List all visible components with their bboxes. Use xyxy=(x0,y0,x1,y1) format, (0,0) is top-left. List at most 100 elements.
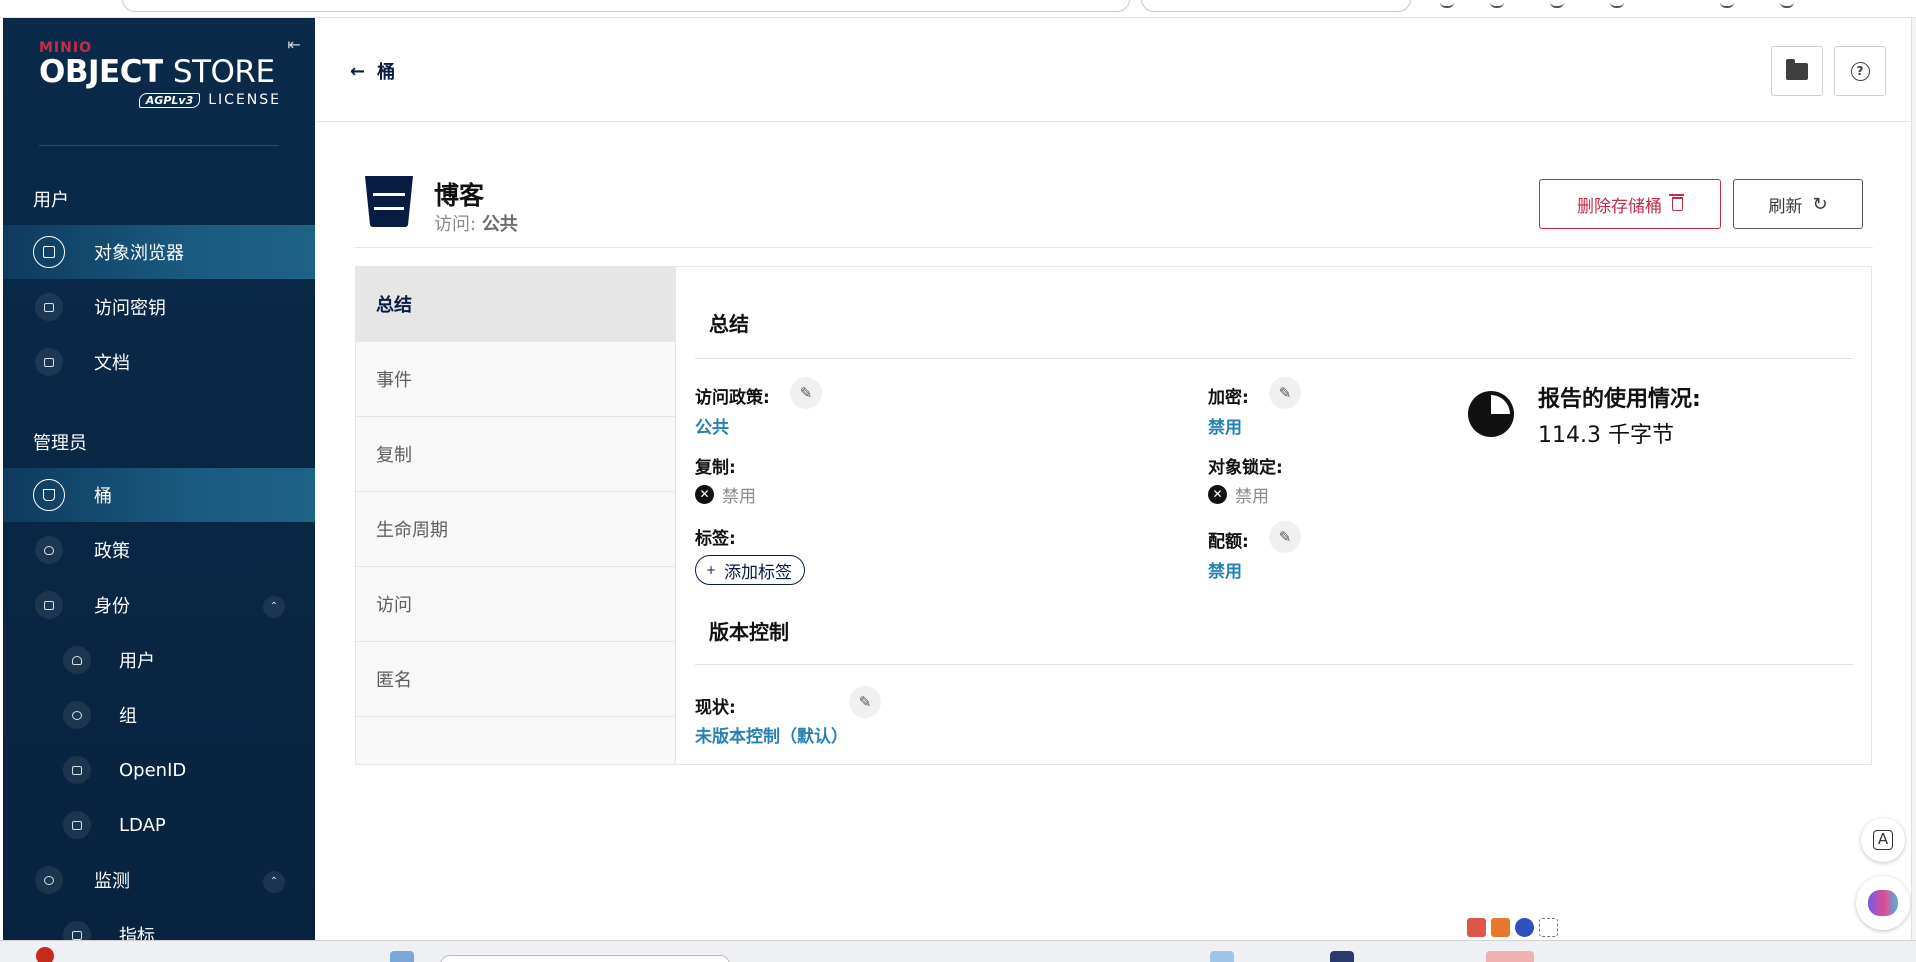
sidebar-item-policies[interactable]: 政策 xyxy=(3,523,315,577)
tab-access[interactable]: 访问 xyxy=(356,567,675,642)
arrow-left-icon: ← xyxy=(350,60,366,82)
delete-bucket-button[interactable]: 删除存储桶 xyxy=(1539,179,1721,229)
tags-label: 标签: xyxy=(695,529,736,549)
sidebar-item-identity[interactable]: 身份 ⌃ xyxy=(3,578,315,632)
replication-status: ✕ 禁用 xyxy=(695,482,756,507)
os-taskbar xyxy=(0,940,1916,962)
versioning-divider xyxy=(695,664,1853,665)
bucket-tabs: 总结 事件 复制 生命周期 访问 匿名 xyxy=(356,267,676,764)
replication-value: 禁用 xyxy=(722,487,756,507)
sidebar-item-label: LDAP xyxy=(119,814,166,836)
sidebar: MINIO OBJECT STORE AGPLv3 LICENSE ⇤ 用户 对… xyxy=(3,18,315,940)
edit-quota-button[interactable]: ✎ xyxy=(1269,521,1301,553)
summary-divider xyxy=(695,358,1853,359)
summary-title: 总结 xyxy=(709,312,749,336)
sidebar-item-buckets[interactable]: 桶 xyxy=(3,468,315,522)
sidebar-item-label: 用户 xyxy=(119,651,155,672)
refresh-icon: ↻ xyxy=(1812,193,1828,215)
sidebar-item-openid[interactable]: OpenID xyxy=(3,743,315,797)
extension-icon[interactable] xyxy=(1490,0,1504,8)
login-icon xyxy=(63,811,91,839)
edit-versioning-button[interactable]: ✎ xyxy=(849,686,881,718)
add-tag-button[interactable]: + 添加标签 xyxy=(695,555,806,585)
extension-icon[interactable] xyxy=(1720,0,1734,8)
extension-icon[interactable] xyxy=(1780,0,1794,8)
tab-replication[interactable]: 复制 xyxy=(356,417,675,492)
collapse-sidebar-icon[interactable]: ⇤ xyxy=(283,34,305,56)
s-extension-icon[interactable] xyxy=(1491,918,1510,937)
add-tag-label: 添加标签 xyxy=(724,562,793,583)
sidebar-item-documentation[interactable]: 文档 xyxy=(3,335,315,389)
page-header: ← 桶 ? xyxy=(315,18,1911,122)
sidebar-item-ldap[interactable]: LDAP xyxy=(3,798,315,852)
browser-search-bar[interactable] xyxy=(1141,0,1411,12)
tab-lifecycle[interactable]: 生命周期 xyxy=(356,492,675,567)
sidebar-item-groups[interactable]: 组 xyxy=(3,688,315,742)
tab-summary[interactable]: 总结 xyxy=(356,267,675,342)
pencil-icon: ✎ xyxy=(799,384,813,402)
sidebar-item-label: 访问密钥 xyxy=(94,298,166,319)
translate-icon: A xyxy=(1873,830,1893,850)
tab-anonymous[interactable]: 匿名 xyxy=(356,642,675,717)
pie-chart-icon xyxy=(1468,391,1514,437)
sidebar-item-access-keys[interactable]: 访问密钥 xyxy=(3,280,315,334)
sidebar-item-label: OpenID xyxy=(119,759,187,781)
quota-value[interactable]: 禁用 xyxy=(1208,557,1242,582)
address-bar[interactable] xyxy=(122,0,1130,12)
notification-badge-icon[interactable] xyxy=(36,947,54,962)
versioning-status-label: 现状: xyxy=(695,698,736,718)
bucket-access: 访问: 公共 xyxy=(434,210,518,236)
monitoring-icon xyxy=(35,866,63,894)
translate-button[interactable]: A xyxy=(1861,818,1905,862)
encryption-label: 加密: xyxy=(1208,388,1249,408)
taskbar-app-icon[interactable] xyxy=(1486,951,1534,962)
versioning-status-value[interactable]: 未版本控制（默认） xyxy=(695,722,848,747)
edit-access-policy-button[interactable]: ✎ xyxy=(790,377,822,409)
extension-icon[interactable] xyxy=(1610,0,1624,8)
bucket-details-panel: 总结 事件 复制 生命周期 访问 匿名 总结 访问政策: ✎ 公共 复制: ✕ … xyxy=(355,266,1872,765)
plus-icon: + xyxy=(706,563,717,577)
bucket-large-icon xyxy=(365,176,413,227)
back-to-buckets-link[interactable]: ← 桶 xyxy=(350,58,395,84)
sidebar-item-monitoring[interactable]: 监测 ⌃ xyxy=(3,853,315,907)
refresh-button[interactable]: 刷新 ↻ xyxy=(1733,179,1863,229)
taskbar-app-icon[interactable] xyxy=(390,951,414,962)
access-policy-label: 访问政策: xyxy=(695,388,770,408)
chevron-up-icon[interactable]: ⌃ xyxy=(263,871,285,893)
extension-tray xyxy=(1467,918,1558,937)
pencil-icon: ✎ xyxy=(1278,528,1292,546)
sidebar-item-metrics[interactable]: 指标 xyxy=(3,908,315,940)
help-extension-icon[interactable] xyxy=(1515,918,1534,937)
extension-icon[interactable] xyxy=(1440,0,1454,8)
extension-icon[interactable] xyxy=(1550,0,1564,8)
browser-toolbar xyxy=(0,0,1916,18)
edit-encryption-button[interactable]: ✎ xyxy=(1269,377,1301,409)
replication-label: 复制: xyxy=(695,458,736,478)
ai-assistant-button[interactable] xyxy=(1856,876,1910,930)
logo-license: LICENSE xyxy=(208,92,281,108)
taskbar-app-icon[interactable] xyxy=(1330,951,1354,962)
x-circle-icon: ✕ xyxy=(695,485,714,504)
help-button[interactable]: ? xyxy=(1834,46,1886,96)
object-browser-button[interactable] xyxy=(1771,46,1823,96)
versioning-title: 版本控制 xyxy=(709,620,789,644)
trash-icon xyxy=(1669,194,1684,211)
bucket-icon xyxy=(33,479,65,511)
pencil-icon: ✎ xyxy=(858,693,872,711)
sidebar-item-label: 政策 xyxy=(94,541,130,562)
pdf-extension-icon[interactable] xyxy=(1467,918,1486,937)
screenshot-extension-icon[interactable] xyxy=(1539,918,1558,937)
quota-label: 配额: xyxy=(1208,532,1249,552)
taskbar-search[interactable] xyxy=(440,955,730,962)
sidebar-item-object-browser[interactable]: 对象浏览器 xyxy=(3,225,315,279)
minio-logo[interactable]: MINIO OBJECT STORE AGPLv3 LICENSE xyxy=(39,40,289,135)
encryption-value[interactable]: 禁用 xyxy=(1208,413,1242,438)
sidebar-item-users[interactable]: 用户 xyxy=(3,633,315,687)
object-browser-icon xyxy=(33,236,65,268)
tab-events[interactable]: 事件 xyxy=(356,342,675,417)
access-policy-value[interactable]: 公共 xyxy=(695,413,729,438)
summary-content: 总结 访问政策: ✎ 公共 复制: ✕ 禁用 标签: + 添加标签 加密: ✎ … xyxy=(677,267,1872,764)
taskbar-app-icon[interactable] xyxy=(1210,951,1234,962)
bucket-name: 博客 xyxy=(434,181,485,210)
chevron-up-icon[interactable]: ⌃ xyxy=(263,596,285,618)
